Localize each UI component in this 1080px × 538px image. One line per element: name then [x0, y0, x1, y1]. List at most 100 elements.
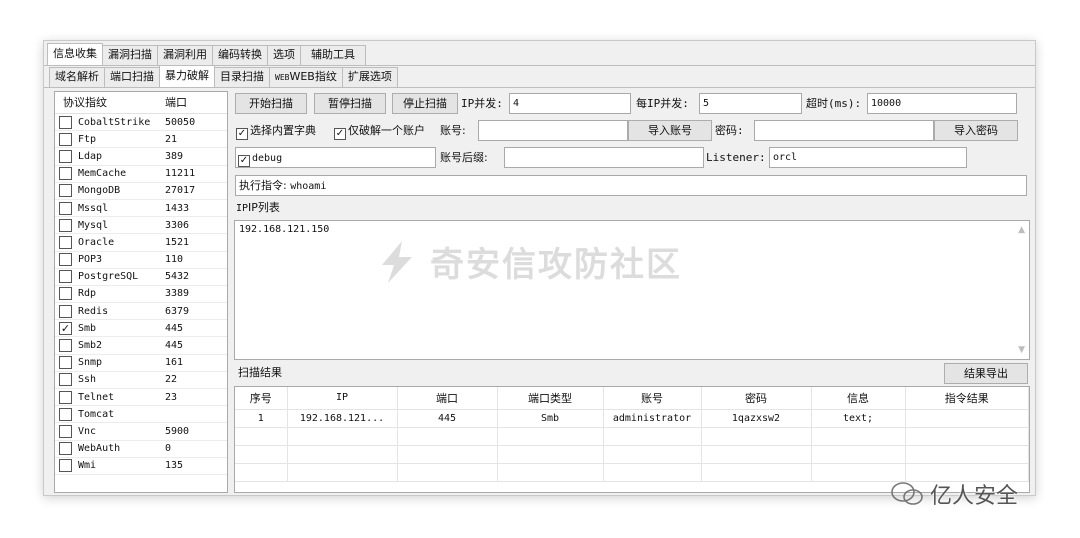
checkbox-icon[interactable] [59, 235, 72, 249]
cell-ip: 192.168.121... [287, 409, 398, 428]
checkbox-icon[interactable] [59, 218, 72, 232]
protocol-name: Telnet [78, 391, 115, 403]
tab-encoding[interactable]: 编码转换 [212, 45, 268, 65]
tab-options[interactable]: 选项 [267, 45, 301, 65]
protocol-row[interactable]: Wmi 135 [55, 458, 227, 475]
checkbox-icon[interactable] [59, 270, 72, 284]
import-password-button[interactable]: 导入密码 [934, 120, 1018, 141]
checkbox-icon[interactable] [59, 424, 72, 438]
protocol-port: 3306 [165, 219, 190, 231]
protocol-port: 1433 [165, 202, 190, 214]
tab-aux-tools[interactable]: 辅助工具 [300, 45, 366, 65]
account-input[interactable] [478, 120, 628, 141]
protocol-name: PostgreSQL [78, 271, 139, 283]
protocol-row[interactable]: Snmp 161 [55, 355, 227, 372]
protocol-name: Ldap [78, 150, 103, 162]
scroll-up-icon[interactable]: ▲ [1018, 225, 1025, 235]
brand-text: 亿人安全 [930, 484, 1019, 509]
password-input[interactable] [754, 120, 934, 141]
listener-input[interactable]: orcl [769, 147, 967, 168]
table-row [235, 445, 1029, 464]
table-row[interactable]: 1 192.168.121... 445 Smb administrator 1… [235, 409, 1029, 428]
checkbox-icon[interactable] [59, 304, 72, 318]
protocol-row[interactable]: Mysql 3306 [55, 217, 227, 235]
app-window: 信息收集 漏洞扫描 漏洞利用 编码转换 选项 辅助工具 域名解析 端口扫描 暴力… [43, 40, 1036, 496]
wechat-icon [891, 482, 923, 505]
stop-scan-button[interactable]: 停止扫描 [392, 93, 458, 114]
checkbox-icon[interactable] [59, 373, 72, 387]
protocol-row[interactable]: CobaltStrike 50050 [55, 114, 227, 132]
cell-port-type: Smb [497, 409, 604, 428]
account-suffix-input[interactable] [504, 147, 704, 168]
scroll-down-icon[interactable]: ▼ [1018, 345, 1025, 355]
protocol-row[interactable]: Ftp 21 [55, 131, 227, 149]
protocol-port: 5900 [165, 425, 190, 437]
checkbox-icon[interactable] [59, 184, 72, 198]
col-account: 账号 [603, 387, 702, 410]
tab-dir-scan[interactable]: 目录扫描 [214, 67, 270, 87]
checkbox-icon[interactable] [59, 149, 72, 163]
exec-command-field[interactable]: 执行指令: whoami [235, 175, 1027, 196]
checkbox-icon[interactable] [59, 390, 72, 404]
checkbox-icon[interactable] [59, 287, 72, 301]
per-ip-concurrency-input[interactable]: 5 [699, 93, 802, 114]
account-suffix-label: 账号后缀: [440, 151, 488, 164]
protocol-row[interactable]: PostgreSQL 5432 [55, 269, 227, 286]
protocol-name: Rdp [78, 288, 97, 300]
protocol-row[interactable]: Vnc 5900 [55, 423, 227, 441]
protocol-rows: CobaltStrike 50050 Ftp 21 Ldap 389 MemCache 112… [55, 114, 227, 475]
checkbox-icon[interactable] [59, 442, 72, 456]
checkbox-icon[interactable] [59, 132, 72, 146]
tab-brute-force[interactable]: 暴力破解 [159, 65, 215, 87]
protocol-port: 6379 [165, 305, 190, 317]
tab-vuln-scan[interactable]: 漏洞扫描 [102, 45, 158, 65]
ip-concurrency-input[interactable]: 4 [509, 93, 631, 114]
checkbox-icon[interactable] [59, 339, 72, 353]
tab-extend-options[interactable]: 扩展选项 [341, 67, 398, 87]
protocol-port: 27017 [165, 185, 196, 197]
protocol-row[interactable]: POP3 110 [55, 252, 227, 269]
builtin-dict-checkbox[interactable]: ✓ 选择内置字典 [236, 120, 316, 141]
checked-checkbox-icon[interactable]: ✓ [59, 321, 72, 335]
protocol-name: Tomcat [78, 408, 115, 420]
checkbox-icon[interactable] [59, 201, 72, 215]
protocol-row[interactable]: WebAuth 0 [55, 441, 227, 458]
protocol-row[interactable]: ✓ Smb 445 [55, 320, 227, 338]
tab-domain-resolve[interactable]: 域名解析 [49, 67, 105, 87]
protocol-row[interactable]: MemCache 11211 [55, 166, 227, 183]
protocol-row[interactable]: Tomcat [55, 406, 227, 424]
protocol-row[interactable]: Smb2 445 [55, 337, 227, 355]
listener-label: Listener: [706, 151, 766, 164]
protocol-port: 11211 [165, 168, 196, 180]
sub-tabbar: 域名解析 端口扫描 暴力破解 目录扫描 WEBWEB指纹 扩展选项 [49, 65, 398, 87]
protocol-row[interactable]: Telnet 23 [55, 389, 227, 407]
tab-info-gathering[interactable]: 信息收集 [47, 43, 103, 65]
pause-scan-button[interactable]: 暂停扫描 [314, 93, 386, 114]
import-account-button[interactable]: 导入账号 [628, 120, 712, 141]
crack-one-checkbox[interactable]: ✓ 仅破解一个账户 [334, 120, 425, 141]
protocol-port: 22 [165, 374, 178, 386]
checkbox-icon[interactable] [59, 115, 72, 129]
export-results-button[interactable]: 结果导出 [944, 363, 1028, 384]
protocol-row[interactable]: Ldap 389 [55, 148, 227, 166]
protocol-row[interactable]: Ssh 22 [55, 372, 227, 389]
protocol-row[interactable]: MongoDB 27017 [55, 183, 227, 200]
watermark: 奇安信攻防社区 [374, 237, 682, 286]
protocol-row[interactable]: Mssql 1433 [55, 200, 227, 218]
checkbox-icon[interactable] [59, 407, 72, 421]
tab-web-fingerprint[interactable]: WEBWEB指纹 [269, 67, 343, 87]
checkbox-icon[interactable] [59, 167, 72, 181]
debug-checkbox[interactable]: ✓ debug [235, 147, 436, 168]
tab-port-scan[interactable]: 端口扫描 [104, 67, 160, 87]
protocol-row[interactable]: Rdp 3389 [55, 286, 227, 304]
protocol-row[interactable]: Redis 6379 [55, 303, 227, 321]
checkbox-icon[interactable] [59, 459, 72, 473]
timeout-input[interactable]: 10000 [867, 93, 1017, 114]
protocol-port: 445 [165, 340, 184, 352]
tab-vuln-exploit[interactable]: 漏洞利用 [157, 45, 213, 65]
protocol-port: 110 [165, 254, 184, 266]
checkbox-icon[interactable] [59, 356, 72, 370]
checkbox-icon[interactable] [59, 253, 72, 267]
start-scan-button[interactable]: 开始扫描 [235, 93, 307, 114]
protocol-row[interactable]: Oracle 1521 [55, 234, 227, 252]
